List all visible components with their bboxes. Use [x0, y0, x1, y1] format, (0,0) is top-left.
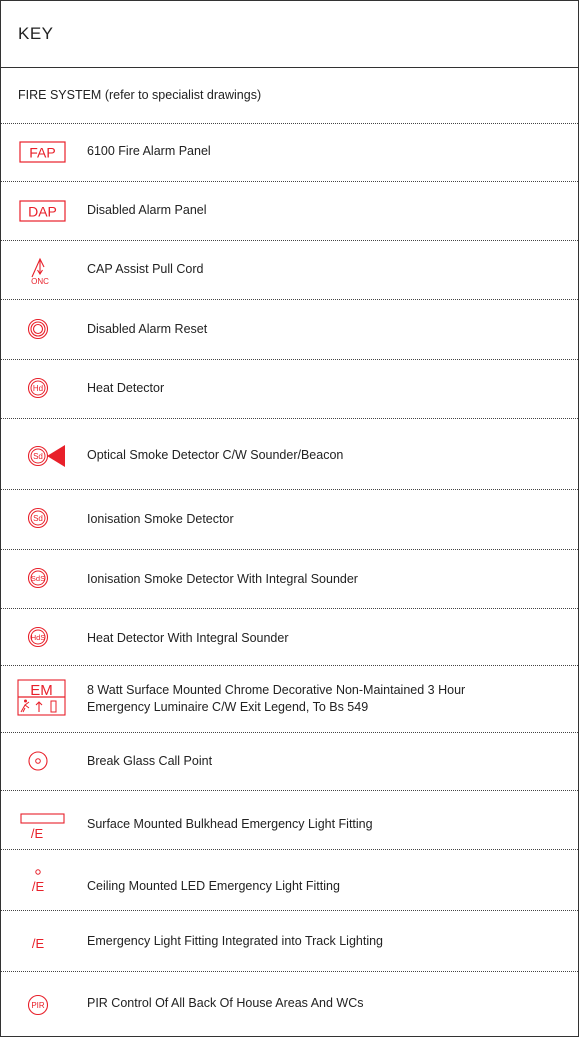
legend-label: 8 Watt Surface Mounted Chrome Decorative… [87, 682, 465, 716]
fire-system-section: FIRE SYSTEM (refer to specialist drawing… [1, 67, 578, 124]
symbol-text: Sd [33, 452, 43, 461]
legend-item-pull-cord: ONC CAP Assist Pull Cord [1, 240, 578, 300]
section-title: FIRE SYSTEM (refer to specialist drawing… [18, 88, 262, 102]
legend-label-line2: Emergency Luminaire C/W Exit Legend, To … [87, 700, 369, 714]
symbol-text: ONC [31, 277, 49, 286]
smoke-detector-sounder-icon: Sd [13, 418, 71, 489]
bulkhead-emergency-light-icon: /E [13, 790, 71, 849]
legend-item-pir-control: PIR PIR Control Of All Back Of House Are… [1, 971, 578, 1036]
emergency-luminaire-exit-icon: EM [13, 665, 71, 732]
symbol-text: Sd [33, 514, 43, 523]
symbol-text: /E [32, 936, 45, 951]
legend-label: Disabled Alarm Reset [87, 322, 208, 336]
legend-label: 6100 Fire Alarm Panel [87, 144, 211, 158]
legend-item-track-emergency-light: /E Emergency Light Fitting Integrated in… [1, 910, 578, 972]
ionisation-smoke-sounder-icon: SdS [13, 549, 71, 608]
disabled-alarm-panel-icon: DAP [13, 181, 71, 240]
legend-label: Optical Smoke Detector C/W Sounder/Beaco… [87, 448, 344, 462]
legend-item-fire-alarm-panel: FAP 6100 Fire Alarm Panel [1, 123, 578, 182]
legend-label: Surface Mounted Bulkhead Emergency Light… [87, 817, 373, 831]
key-header: KEY [1, 1, 578, 68]
ionisation-smoke-detector-icon: Sd [13, 489, 71, 549]
legend-label: Disabled Alarm Panel [87, 203, 207, 217]
heat-detector-sounder-icon: HdS [13, 608, 71, 665]
symbol-text: EM [30, 682, 53, 699]
legend-label: Ionisation Smoke Detector [87, 512, 234, 526]
alarm-reset-icon [13, 299, 71, 359]
symbol-text: DAP [28, 204, 57, 220]
ceiling-led-emergency-light-icon: /E [13, 849, 71, 910]
legend-item-emergency-luminaire: EM 8 Watt Surface Mounted Chrome Decorat… [1, 665, 578, 733]
symbol-text: HdS [31, 633, 46, 642]
break-glass-icon [13, 732, 71, 790]
legend-item-optical-smoke-detector: Sd Optical Smoke Detector C/W Sounder/Be… [1, 418, 578, 490]
pir-control-icon: PIR [13, 971, 71, 1036]
legend-item-disabled-alarm-panel: DAP Disabled Alarm Panel [1, 181, 578, 241]
key-title: KEY [18, 24, 54, 43]
legend-item-ionisation-smoke-detector: Sd Ionisation Smoke Detector [1, 489, 578, 550]
legend-label-line1: 8 Watt Surface Mounted Chrome Decorative… [87, 683, 466, 697]
legend-item-alarm-reset: Disabled Alarm Reset [1, 299, 578, 360]
legend-item-ionisation-smoke-sounder: SdS Ionisation Smoke Detector With Integ… [1, 549, 578, 609]
legend-item-break-glass: Break Glass Call Point [1, 732, 578, 791]
legend-item-heat-detector-sounder: HdS Heat Detector With Integral Sounder [1, 608, 578, 666]
track-emergency-light-icon: /E [13, 910, 71, 971]
legend-item-bulkhead-emergency-light: /E Surface Mounted Bulkhead Emergency Li… [1, 790, 578, 850]
legend-item-heat-detector: Hd Heat Detector [1, 359, 578, 419]
pull-cord-icon: ONC [13, 240, 71, 299]
legend-label: Ceiling Mounted LED Emergency Light Fitt… [87, 879, 340, 893]
fire-alarm-panel-icon: FAP [13, 123, 71, 181]
heat-detector-icon: Hd [13, 359, 71, 418]
legend-label: PIR Control Of All Back Of House Areas A… [87, 996, 364, 1010]
legend-label: Heat Detector With Integral Sounder [87, 631, 289, 645]
symbol-text: /E [32, 879, 45, 894]
legend-label: Heat Detector [87, 381, 165, 395]
symbol-text: FAP [29, 145, 55, 161]
legend-label: CAP Assist Pull Cord [87, 262, 204, 276]
symbol-text: PIR [31, 1001, 45, 1010]
symbol-text: /E [31, 826, 44, 841]
legend-item-ceiling-led-emergency-light: /E Ceiling Mounted LED Emergency Light F… [1, 849, 578, 911]
symbol-text: SdS [31, 574, 45, 583]
key-panel: KEY FIRE SYSTEM (refer to specialist dra… [0, 0, 579, 1037]
legend-label: Emergency Light Fitting Integrated into … [87, 934, 383, 948]
symbol-text: Hd [33, 384, 43, 393]
legend-label: Break Glass Call Point [87, 754, 213, 768]
legend-label: Ionisation Smoke Detector With Integral … [87, 572, 358, 586]
